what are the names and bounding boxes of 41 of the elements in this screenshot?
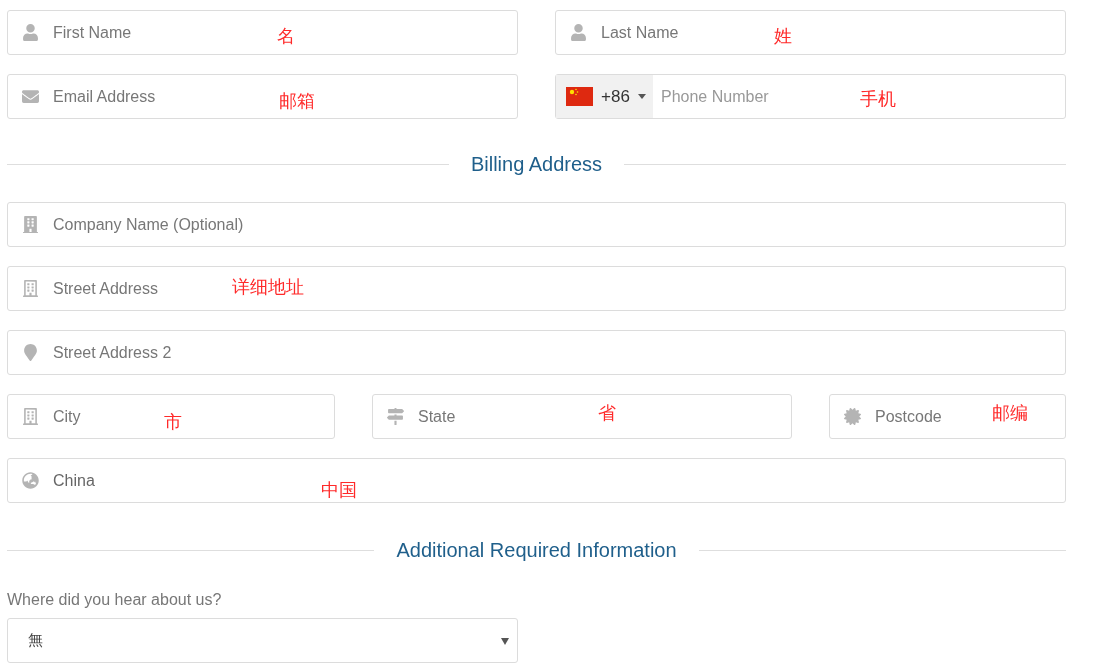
flag-icon (566, 87, 593, 106)
annotation-text: 邮编 (992, 402, 1028, 424)
question-label: Where did you hear about us? (7, 590, 223, 610)
annotation-text: 省 (598, 402, 616, 424)
text-field[interactable]: Email Address 邮箱 (7, 74, 518, 119)
annotation-text: 名 (277, 25, 295, 47)
map-pin-icon (22, 344, 39, 361)
section-heading: Additional Required Information (395, 538, 678, 563)
building-icon (22, 280, 39, 297)
annotation-text: 详细地址 (232, 276, 304, 298)
field-value: China (53, 470, 95, 491)
user-icon (22, 24, 39, 41)
text-field[interactable]: Street Address 详细地址 (7, 266, 1066, 311)
country-select[interactable]: China 中国 (7, 458, 1066, 503)
badge-icon (844, 408, 861, 425)
annotation-text: 中国 (321, 479, 357, 501)
caret-icon (501, 636, 509, 645)
globe-icon (22, 472, 39, 489)
field-input[interactable]: Company Name (Optional) (53, 212, 1065, 237)
text-field[interactable]: Street Address 2 (7, 330, 1066, 375)
text-field[interactable]: Postcode 邮编 (829, 394, 1066, 439)
text-field[interactable]: Company Name (Optional) (7, 202, 1066, 247)
text-field[interactable]: State 省 (372, 394, 792, 439)
text-field[interactable]: Last Name 姓 (555, 10, 1066, 55)
envelope-icon (22, 88, 39, 105)
country-code-dropdown[interactable]: +86 (556, 75, 653, 118)
building-icon (22, 216, 39, 233)
referral-select[interactable]: 無 (7, 618, 518, 663)
signpost-icon (387, 408, 404, 425)
field-input[interactable]: Street Address 2 (53, 340, 1065, 365)
caret-icon (637, 94, 646, 99)
phone-field[interactable]: +86 Phone Number 手机 (555, 74, 1066, 119)
annotation-text: 手机 (860, 88, 896, 110)
text-field[interactable]: First Name 名 (7, 10, 518, 55)
user-icon (570, 24, 587, 41)
annotation-text: 市 (164, 411, 182, 433)
section-heading: Billing Address (469, 152, 604, 177)
annotation-text: 姓 (774, 25, 792, 47)
text-field[interactable]: City 市 (7, 394, 335, 439)
annotation-text: 邮箱 (279, 90, 315, 112)
building-icon (22, 408, 39, 425)
